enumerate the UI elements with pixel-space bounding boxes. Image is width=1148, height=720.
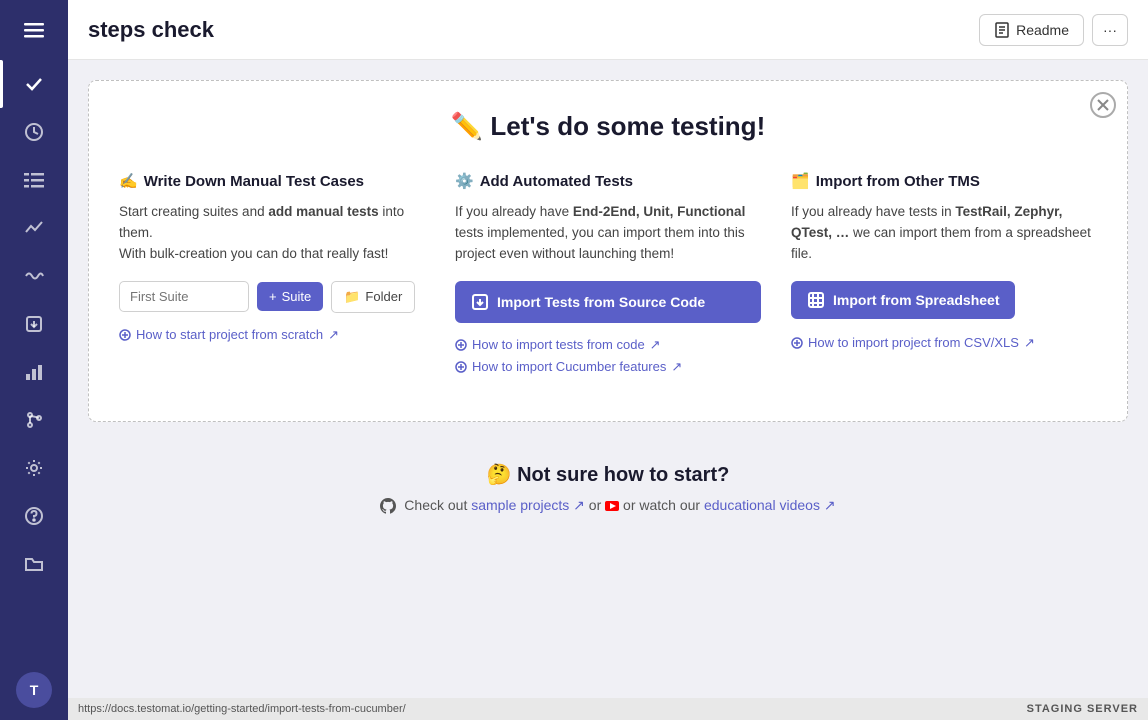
- first-suite-input[interactable]: [119, 281, 249, 312]
- bottom-text: Check out sample projects ↗ or or watch …: [88, 497, 1128, 514]
- column-automated: ⚙️ Add Automated Tests If you already ha…: [455, 172, 761, 381]
- col3-icon: 🗂️: [791, 172, 810, 190]
- readme-button[interactable]: Readme: [979, 14, 1084, 46]
- col1-icon: ✍️: [119, 172, 138, 190]
- suite-row: + Suite 📁 Folder: [119, 281, 425, 313]
- card-title: ✏️ Let's do some testing!: [119, 111, 1097, 142]
- status-url: https://docs.testomat.io/getting-started…: [78, 703, 406, 715]
- col3-title: 🗂️ Import from Other TMS: [791, 172, 1097, 190]
- folder-icon: 📁: [344, 289, 360, 305]
- sidebar-top: [0, 0, 68, 588]
- staging-badge: STAGING SERVER: [1027, 703, 1138, 715]
- import-source-button[interactable]: Import Tests from Source Code: [455, 281, 761, 323]
- col1-desc: Start creating suites and add manual tes…: [119, 202, 425, 265]
- col3-desc: If you already have tests in TestRail, Z…: [791, 202, 1097, 265]
- col2-title: ⚙️ Add Automated Tests: [455, 172, 761, 190]
- sidebar-item-chart[interactable]: [0, 348, 68, 396]
- help-link1-arrow: ↗: [650, 337, 661, 353]
- col2-desc: If you already have End-2End, Unit, Func…: [455, 202, 761, 265]
- avatar[interactable]: T: [16, 672, 52, 708]
- sidebar-bottom: T: [16, 672, 52, 720]
- sidebar-item-settings[interactable]: [0, 444, 68, 492]
- bottom-section: 🤔 Not sure how to start? Check out sampl…: [88, 462, 1128, 514]
- sidebar-item-help[interactable]: [0, 492, 68, 540]
- import-spreadsheet-button[interactable]: Import from Spreadsheet: [791, 281, 1015, 319]
- header-actions: Readme ···: [979, 14, 1128, 46]
- sidebar-hamburger[interactable]: [0, 0, 68, 60]
- main-content: steps check Readme ···: [68, 0, 1148, 720]
- help-link-csv[interactable]: How to import project from CSV/XLS ↗: [791, 335, 1097, 351]
- column-manual: ✍️ Write Down Manual Test Cases Start cr…: [119, 172, 425, 381]
- sidebar-item-check[interactable]: [0, 60, 68, 108]
- help-link-csv-arrow: ↗: [1024, 335, 1035, 351]
- close-button[interactable]: [1090, 92, 1116, 118]
- educational-videos-link[interactable]: educational videos ↗: [704, 497, 836, 513]
- col1-title: ✍️ Write Down Manual Test Cases: [119, 172, 425, 190]
- statusbar: https://docs.testomat.io/getting-started…: [68, 698, 1148, 720]
- help-link2-arrow: ↗: [671, 359, 682, 375]
- sidebar-item-circle[interactable]: [0, 108, 68, 156]
- help-link-cucumber[interactable]: How to import Cucumber features ↗: [455, 359, 761, 375]
- sample-projects-link[interactable]: sample projects ↗: [471, 497, 585, 513]
- suite-icon: +: [269, 289, 277, 304]
- card-wrapper: ✏️ Let's do some testing! ✍️ Write Down …: [88, 80, 1128, 514]
- help-link-arrow: ↗: [328, 327, 339, 343]
- sidebar: T: [0, 0, 68, 720]
- sidebar-item-analytics[interactable]: [0, 204, 68, 252]
- sidebar-item-wave[interactable]: [0, 252, 68, 300]
- page-title: steps check: [88, 17, 979, 43]
- column-tms: 🗂️ Import from Other TMS If you already …: [791, 172, 1097, 381]
- sidebar-item-folder[interactable]: [0, 540, 68, 588]
- suite-button[interactable]: + Suite: [257, 282, 323, 311]
- help-link-code[interactable]: How to import tests from code ↗: [455, 337, 761, 353]
- main-card: ✏️ Let's do some testing! ✍️ Write Down …: [88, 80, 1128, 422]
- sidebar-item-import[interactable]: [0, 300, 68, 348]
- folder-button[interactable]: 📁 Folder: [331, 281, 415, 313]
- sidebar-item-list[interactable]: [0, 156, 68, 204]
- bottom-title: 🤔 Not sure how to start?: [88, 462, 1128, 487]
- columns: ✍️ Write Down Manual Test Cases Start cr…: [119, 172, 1097, 381]
- card-header: ✏️ Let's do some testing!: [119, 111, 1097, 142]
- content-area: ✏️ Let's do some testing! ✍️ Write Down …: [68, 60, 1148, 698]
- col2-icon: ⚙️: [455, 172, 474, 190]
- header: steps check Readme ···: [68, 0, 1148, 60]
- help-link-scratch[interactable]: How to start project from scratch ↗: [119, 327, 425, 343]
- sidebar-item-branch[interactable]: [0, 396, 68, 444]
- more-button[interactable]: ···: [1092, 14, 1128, 46]
